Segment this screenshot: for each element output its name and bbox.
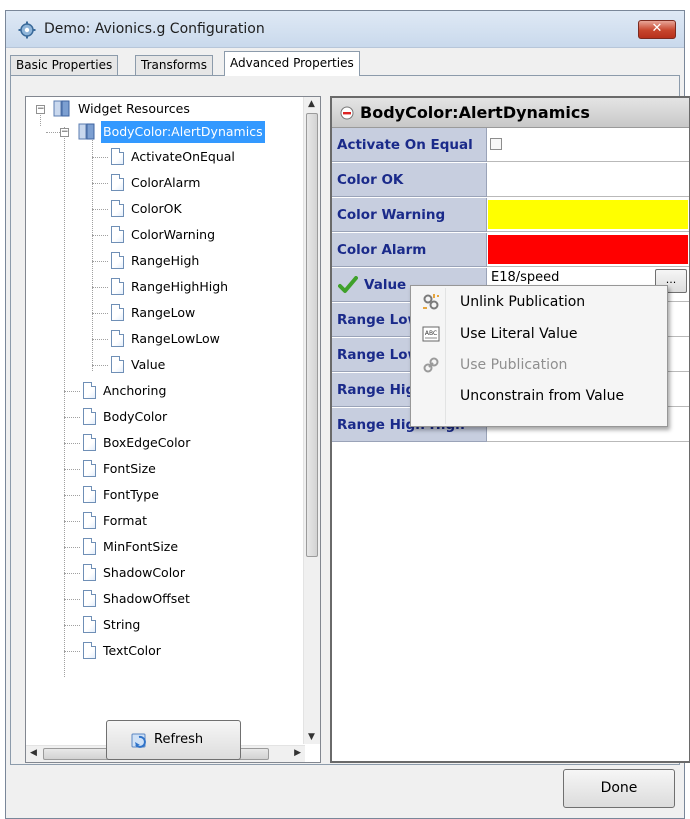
- vertical-scroll-thumb[interactable]: [306, 113, 318, 557]
- window-title: Demo: Avionics.g Configuration: [44, 21, 265, 37]
- document-icon: [111, 174, 124, 191]
- property-name: Color Warning: [332, 198, 487, 232]
- tree-item-child[interactable]: ColorOK: [26, 198, 296, 220]
- refresh-label: Refresh: [154, 732, 204, 747]
- document-icon: [111, 148, 124, 165]
- tree-vertical-scrollbar[interactable]: ▲ ▼: [303, 97, 320, 744]
- tree-item-resource[interactable]: MinFontSize: [26, 536, 296, 558]
- scroll-left-arrow-icon[interactable]: ◀: [30, 748, 37, 758]
- document-icon: [111, 304, 124, 321]
- tree-item-resource[interactable]: FontSize: [26, 458, 296, 480]
- checkmark-icon: [338, 276, 358, 293]
- property-name: Color Alarm: [332, 233, 487, 267]
- tree-item-resource[interactable]: BoxEdgeColor: [26, 432, 296, 454]
- context-menu: Unlink Publication ABC Use Literal Value…: [410, 285, 668, 427]
- abc-literal-icon: ABC: [422, 326, 440, 342]
- document-icon: [83, 382, 96, 399]
- document-icon: [111, 252, 124, 269]
- scroll-down-arrow-icon[interactable]: ▼: [308, 732, 315, 742]
- link-icon: [423, 357, 439, 373]
- property-row-color-warning: Color Warning: [332, 198, 689, 233]
- color-warning-swatch[interactable]: [488, 200, 688, 229]
- document-icon: [83, 564, 96, 581]
- document-icon: [111, 356, 124, 373]
- app-gear-icon: [18, 21, 36, 39]
- document-icon: [111, 330, 124, 347]
- scroll-right-arrow-icon[interactable]: ▶: [294, 748, 301, 758]
- property-row-color-alarm: Color Alarm: [332, 233, 689, 268]
- title-bar[interactable]: Demo: Avionics.g Configuration ✕: [6, 11, 684, 48]
- tab-basic-properties[interactable]: Basic Properties: [10, 55, 119, 75]
- menu-item-use-literal-value[interactable]: ABC Use Literal Value: [413, 319, 665, 349]
- tab-transforms[interactable]: Transforms: [135, 55, 213, 75]
- tree-item-resource[interactable]: TextColor: [26, 640, 296, 662]
- document-icon: [111, 278, 124, 295]
- menu-item-unlink-publication[interactable]: Unlink Publication: [413, 287, 665, 317]
- tree-item-resource[interactable]: BodyColor: [26, 406, 296, 428]
- tree-item-child[interactable]: Value: [26, 354, 296, 376]
- tree-item-child[interactable]: RangeHigh: [26, 250, 296, 272]
- tree-item-child[interactable]: ActivateOnEqual: [26, 146, 296, 168]
- tree-item-resource[interactable]: ShadowColor: [26, 562, 296, 584]
- tree-item-resource[interactable]: Format: [26, 510, 296, 532]
- tree-item-bodycolor-alertdynamics[interactable]: − BodyColor:AlertDynamics: [26, 121, 296, 143]
- svg-text:ABC: ABC: [425, 330, 437, 337]
- property-name: Color OK: [332, 163, 487, 197]
- refresh-icon: [131, 733, 146, 748]
- tree-item-child[interactable]: RangeLowLow: [26, 328, 296, 350]
- tree-item-widget-resources[interactable]: − Widget Resources: [26, 98, 296, 120]
- property-name: Activate On Equal: [332, 128, 487, 162]
- property-row-activate-on-equal: Activate On Equal: [332, 128, 689, 163]
- tree-item-resource[interactable]: FontType: [26, 484, 296, 506]
- color-ok-swatch[interactable]: [488, 165, 688, 194]
- property-value: [487, 128, 689, 162]
- menu-item-unconstrain-from-value[interactable]: Unconstrain from Value: [413, 381, 665, 411]
- done-button[interactable]: Done: [563, 769, 675, 808]
- property-row-color-ok: Color OK: [332, 163, 689, 198]
- document-icon: [111, 226, 124, 243]
- tree-item-child[interactable]: RangeHighHigh: [26, 276, 296, 298]
- document-icon: [83, 538, 96, 555]
- document-icon: [83, 642, 96, 659]
- tree-item-child[interactable]: ColorWarning: [26, 224, 296, 246]
- unlink-icon: [423, 294, 439, 310]
- close-button[interactable]: ✕: [638, 20, 676, 39]
- refresh-button[interactable]: Refresh: [106, 720, 241, 760]
- tree-item-resource[interactable]: String: [26, 614, 296, 636]
- value-text[interactable]: E18/speed: [491, 270, 559, 285]
- document-icon: [83, 460, 96, 477]
- property-header: BodyColor:AlertDynamics: [332, 98, 689, 128]
- tab-advanced-properties[interactable]: Advanced Properties: [224, 51, 360, 76]
- document-icon: [83, 434, 96, 451]
- document-icon: [83, 590, 96, 607]
- collapse-icon[interactable]: −: [60, 128, 69, 137]
- folder-book-icon: [78, 123, 95, 140]
- property-value[interactable]: [487, 233, 689, 267]
- collapse-icon[interactable]: −: [36, 105, 45, 114]
- property-node-icon: [340, 106, 354, 120]
- folder-book-icon: [53, 100, 70, 117]
- document-icon: [83, 486, 96, 503]
- property-grid: BodyColor:AlertDynamics Activate On Equa…: [330, 96, 690, 763]
- scroll-up-arrow-icon[interactable]: ▲: [308, 99, 315, 109]
- tree-item-resource[interactable]: ShadowOffset: [26, 588, 296, 610]
- resource-tree[interactable]: − Widget Resources − BodyColor:AlertDyna…: [25, 96, 321, 763]
- tree-item-child[interactable]: ColorAlarm: [26, 172, 296, 194]
- document-icon: [83, 408, 96, 425]
- tree-item-child[interactable]: RangeLow: [26, 302, 296, 324]
- property-value[interactable]: [487, 163, 689, 197]
- document-icon: [111, 200, 124, 217]
- property-value[interactable]: [487, 198, 689, 232]
- document-icon: [83, 616, 96, 633]
- activate-on-equal-checkbox[interactable]: [490, 138, 502, 150]
- menu-item-use-publication[interactable]: Use Publication: [413, 350, 665, 380]
- document-icon: [83, 512, 96, 529]
- tree-item-resource[interactable]: Anchoring: [26, 380, 296, 402]
- color-alarm-swatch[interactable]: [488, 235, 688, 264]
